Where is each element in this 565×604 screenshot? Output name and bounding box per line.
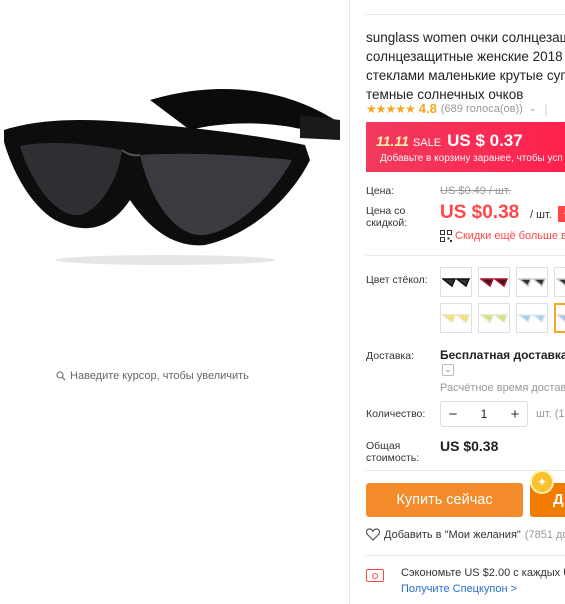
total-value: US $0.38 (440, 438, 499, 454)
swatch-cream-green[interactable] (478, 303, 510, 333)
top-divider (366, 14, 565, 15)
zoom-hint: Наведите курсор, чтобы увеличить (56, 370, 249, 382)
wishlist-count: (7851 до (524, 528, 565, 541)
quantity-increase-button[interactable]: + (503, 406, 527, 423)
sunglasses-icon (480, 278, 508, 288)
sale-subtitle: Добавьте в корзину заранее, чтобы усп (380, 153, 563, 164)
coupon-icon (366, 569, 384, 582)
sale-banner: 11.11 SALE US $ 0.37 Добавьте в корзину … (366, 122, 565, 172)
discount-badge: -2 (558, 206, 565, 222)
qr-code-icon (440, 230, 452, 242)
magnifier-icon (56, 371, 66, 381)
sunglasses-icon (518, 314, 546, 324)
swatch-clear-blue[interactable] (516, 303, 548, 333)
rating-separator: | (544, 101, 548, 116)
product-title: sunglass women очки солнцезащ солнцезащи… (366, 28, 565, 104)
add-to-cart-label: Д (553, 491, 564, 508)
divider (366, 555, 565, 556)
add-to-wishlist-link[interactable]: Добавить в "Мои желания" (7851 до (366, 528, 565, 541)
shipping-label: Доставка: (366, 350, 415, 362)
discount-price-label: Цена со скидкой: (366, 205, 408, 229)
coin-icon: ✦ (530, 470, 554, 494)
swatch-white[interactable] (516, 267, 548, 297)
price-label: Цена: (366, 185, 395, 197)
rating-votes[interactable]: (689 голоса(ов)) (441, 103, 523, 115)
total-label: Общая стоимость: (366, 440, 420, 464)
app-discount-text: Скидки ещё больше в (455, 230, 565, 242)
sale-price: US $ 0.37 (447, 131, 523, 150)
product-gallery: Наведите курсор, чтобы увеличить (0, 0, 349, 604)
buy-now-button[interactable]: Купить сейчас (366, 483, 523, 517)
get-coupon-link[interactable]: Получите Спецкупон > (401, 583, 517, 595)
chevron-down-icon[interactable]: ⌄ (529, 103, 537, 114)
discount-price: US $0.38 (440, 202, 520, 223)
sunglasses-icon (556, 314, 565, 323)
coupon-text: Сэкономьте US $2.00 с каждых US (401, 567, 565, 579)
rating-stars-icon: ★★★★★ (366, 101, 416, 116)
zoom-hint-text: Наведите курсор, чтобы увеличить (70, 370, 249, 382)
rating: ★★★★★ 4.8 (689 голоса(ов)) ⌄ | (366, 101, 548, 116)
quantity-decrease-button[interactable]: − (441, 406, 465, 423)
sunglasses-icon (480, 314, 508, 324)
app-discount-link[interactable]: Скидки ещё больше в (440, 230, 565, 242)
heart-icon (366, 528, 380, 541)
title-line: sunglass women очки солнцезащ (366, 30, 565, 45)
chevron-down-icon[interactable]: ⌄ (442, 364, 454, 376)
color-label: Цвет стёкол: (366, 274, 428, 286)
quantity-unit: шт. (1 (536, 408, 565, 420)
sunglasses-icon (442, 314, 470, 324)
swatch-black[interactable] (440, 267, 472, 297)
delivery-time: Расчётное время доставк (440, 382, 565, 394)
sunglasses-icon (556, 278, 565, 287)
divider (366, 255, 565, 256)
quantity-label: Количество: (366, 408, 426, 420)
swatch-red[interactable] (478, 267, 510, 297)
sunglasses-icon (518, 278, 546, 288)
wishlist-label: Добавить в "Мои желания" (384, 528, 521, 541)
swatch-partial[interactable] (554, 267, 565, 297)
quantity-stepper: − 1 + (440, 401, 528, 427)
swatch-cream-yellow[interactable] (440, 303, 472, 333)
old-price: US $0.49 / шт. (440, 185, 511, 197)
title-line: стеклами маленькие крутые суп (366, 68, 565, 83)
sunglasses-icon (442, 278, 470, 288)
rating-value: 4.8 (418, 101, 437, 116)
product-info-panel: sunglass women очки солнцезащ солнцезащи… (350, 0, 565, 604)
sale-event-logo: 11.11 (376, 133, 409, 149)
sale-word: SALE (412, 137, 442, 149)
shipping-value[interactable]: Бесплатная доставка в (440, 348, 565, 362)
swatch-selected[interactable] (554, 303, 565, 333)
title-line: солнцезащитные женские 2018 (366, 49, 563, 64)
price-unit: / шт. (530, 209, 552, 221)
quantity-input[interactable]: 1 (465, 407, 503, 421)
product-image[interactable] (0, 60, 349, 270)
